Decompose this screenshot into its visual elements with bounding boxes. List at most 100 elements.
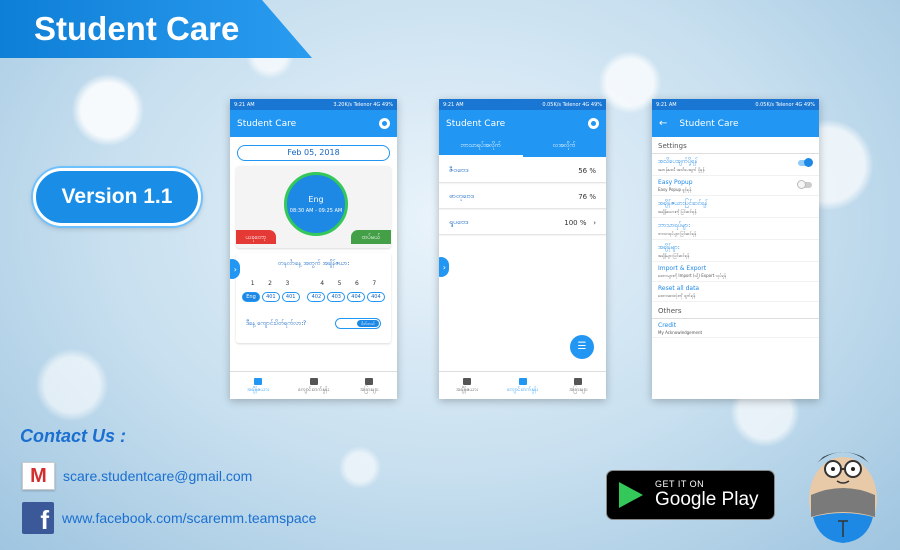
app-title: Student Care: [679, 118, 739, 129]
nav-label: အခြားများ: [568, 386, 588, 393]
calendar-icon: [253, 377, 262, 385]
version-label: Version 1.1: [61, 185, 173, 208]
gear-icon[interactable]: [379, 118, 390, 129]
nav-label: အချိန်ဇယား: [246, 386, 269, 393]
nav-attendance[interactable]: ကျောင်းတက်နှုန်း: [495, 372, 551, 399]
tab-by-month[interactable]: လအလိုက်: [523, 137, 607, 157]
subject-name: ဇီဝဗေဒ: [449, 165, 469, 174]
app-title: Student Care: [446, 118, 506, 129]
setting-title: Import & Export: [658, 265, 707, 272]
period-number: 2: [268, 280, 272, 287]
nav-label: အချိန်ဇယား: [455, 386, 478, 393]
period-number: 1: [250, 280, 255, 287]
setting-desc: ဘာသာရပ်များ ပြင်ဆင်ရန်: [658, 231, 697, 236]
nav-schedule[interactable]: အချိန်ဇယား: [230, 372, 286, 399]
phone-screenshot-attendance: 9:21 AM 0.05K/s Telenor 4G 49% Student C…: [439, 99, 606, 399]
setting-credit[interactable]: Credit My Acknowledgement: [652, 319, 819, 338]
setting-desc: အတန်းမစမီ အသိပေးချက် ပို့ရန်: [658, 167, 705, 172]
periods-title: တနင်္လာနေ့ အတွက် အချိန်ဇယား: [278, 260, 349, 267]
gmail-icon: M: [22, 462, 55, 490]
app-bar: Student Care: [439, 110, 606, 137]
chart-icon: [518, 377, 527, 385]
status-info: 3.20K/s Telenor 4G 49%: [333, 101, 393, 108]
period-chip[interactable]: 403: [327, 292, 346, 302]
tag-now: ယခုတော့: [236, 230, 276, 244]
contact-email-row[interactable]: M scare.studentcare@gmail.com: [22, 462, 252, 490]
facebook-icon: f: [22, 502, 54, 535]
tag-next: ထပ်မယ်: [351, 230, 391, 244]
tab-by-subject[interactable]: ဘာသာရပ်အလိုက်: [439, 137, 523, 157]
setting-notification[interactable]: အသိပေးချက်ပို့ရန် အတန်းမစမီ အသိပေးချက် ပ…: [652, 154, 819, 176]
briefcase-icon: [574, 377, 583, 385]
status-bar: 9:21 AM 0.05K/s Telenor 4G 49%: [439, 99, 606, 110]
attendance-tabs: ဘာသာရပ်အလိုက် လအလိုက်: [439, 137, 606, 157]
period-chip[interactable]: Eng: [242, 292, 260, 302]
setting-import-export[interactable]: Import & Export ဒေတာများကို Import (သို့…: [652, 262, 819, 282]
setting-edit-timetable[interactable]: အချိန်ဇယားပြင်ဆင်ရန် အချိန်ဇယားကို ပြင်ဆ…: [652, 196, 819, 218]
setting-times[interactable]: အချိန်များ အချိန်များ ပြင်ဆင်ရန်: [652, 240, 819, 262]
back-arrow-icon[interactable]: ←: [659, 118, 667, 129]
gear-icon[interactable]: [588, 118, 599, 129]
chevron-right-icon[interactable]: ›: [439, 257, 449, 277]
subject-percent: 76 %: [578, 192, 596, 201]
periods-card: တနင်္လာနေ့ အတွက် အချိန်ဇယား 1 2 3 4 5 6 …: [236, 253, 391, 343]
period-chip[interactable]: 402: [307, 292, 326, 302]
list-item[interactable]: ဇီဝဗေဒ 56 %: [439, 159, 606, 183]
setting-title: ဘာသာရပ်များ: [658, 222, 690, 229]
bottom-nav: အချိန်ဇယား ကျောင်းတက်နှုန်း အခြားများ: [439, 371, 606, 399]
current-class-card: Eng 08:30 AM - 09:25 AM ယခုတော့ ထပ်မယ်: [236, 166, 391, 248]
subject-name: ရူပဗေဒ: [449, 217, 469, 226]
contact-facebook[interactable]: www.facebook.com/scaremm.teamspace: [62, 510, 316, 526]
period-number: 6: [355, 280, 359, 287]
setting-title: Reset all data: [658, 285, 700, 292]
setting-desc: Easy Popup ဖွင့်ရန်: [658, 187, 692, 192]
holiday-question-row: ဒီနေ့ ကျောင်းပိတ်ရက်လား? ပိတ်တယ်: [240, 318, 387, 329]
status-time: 9:21 AM: [443, 101, 464, 108]
period-chips: Eng 401 401 402 403 404 404: [240, 292, 387, 302]
list-item[interactable]: ရူပဗေဒ 100 % ›: [439, 211, 606, 235]
nav-label: ကျောင်းတက်နှုန်း: [298, 386, 329, 393]
list-item[interactable]: ဓာတုဗေဒ 76 %: [439, 185, 606, 209]
phone-screenshot-settings: 9:21 AM 0.05K/s Telenor 4G 49% ← Student…: [652, 99, 819, 399]
period-chip[interactable]: 401: [261, 292, 280, 302]
setting-title: Credit: [658, 322, 677, 329]
section-others: Others: [652, 302, 819, 319]
setting-easy-popup[interactable]: Easy Popup Easy Popup ဖွင့်ရန်: [652, 176, 819, 196]
nav-others[interactable]: အခြားများ: [550, 372, 606, 399]
contact-email[interactable]: scare.studentcare@gmail.com: [63, 468, 252, 484]
setting-title: အချိန်ဇယားပြင်ဆင်ရန်: [658, 200, 708, 207]
setting-subjects[interactable]: ဘာသာရပ်များ ဘာသာရပ်များ ပြင်ဆင်ရန်: [652, 218, 819, 240]
mascot-illustration: [809, 452, 877, 543]
date-pill[interactable]: Feb 05, 2018: [237, 145, 390, 161]
nav-attendance[interactable]: ကျောင်းတက်နှုန်း: [286, 372, 342, 399]
holiday-toggle[interactable]: ပိတ်တယ်: [335, 318, 381, 329]
briefcase-icon: [365, 377, 374, 385]
status-info: 0.05K/s Telenor 4G 49%: [542, 101, 602, 108]
period-chip[interactable]: 401: [281, 292, 300, 302]
current-subject: Eng: [308, 194, 324, 204]
contact-facebook-row[interactable]: f www.facebook.com/scaremm.teamspace: [22, 502, 316, 535]
period-number: 3: [285, 280, 290, 287]
nav-schedule[interactable]: အချိန်ဇယား: [439, 372, 495, 399]
period-number: 7: [372, 280, 377, 287]
setting-reset[interactable]: Reset all data ဒေတာအားလုံးကို ဖျက်ရန်: [652, 282, 819, 302]
period-numbers: 1 2 3 4 5 6 7: [240, 280, 387, 287]
setting-desc: ဒေတာအားလုံးကို ဖျက်ရန်: [658, 293, 696, 298]
period-chip[interactable]: 404: [347, 292, 366, 302]
nav-label: အခြားများ: [359, 386, 379, 393]
setting-title: အချိန်များ: [658, 244, 680, 251]
google-play-badge[interactable]: GET IT ON Google Play: [606, 470, 775, 520]
google-play-icon: [619, 482, 643, 508]
easy-popup-switch[interactable]: [797, 180, 812, 189]
chevron-right-icon: ›: [588, 218, 596, 227]
version-badge: Version 1.1: [33, 168, 201, 226]
setting-desc: ဒေတာများကို Import (သို့) Export လုပ်ရန်: [658, 273, 726, 278]
app-title: Student Care: [237, 118, 297, 129]
list-fab-button[interactable]: ☰: [570, 335, 594, 359]
status-time: 9:21 AM: [656, 101, 677, 108]
app-bar: ← Student Care: [652, 110, 819, 137]
status-time: 9:21 AM: [234, 101, 255, 108]
notification-switch[interactable]: [798, 158, 813, 167]
period-chip[interactable]: 404: [366, 292, 385, 302]
nav-others[interactable]: အခြားများ: [341, 372, 397, 399]
